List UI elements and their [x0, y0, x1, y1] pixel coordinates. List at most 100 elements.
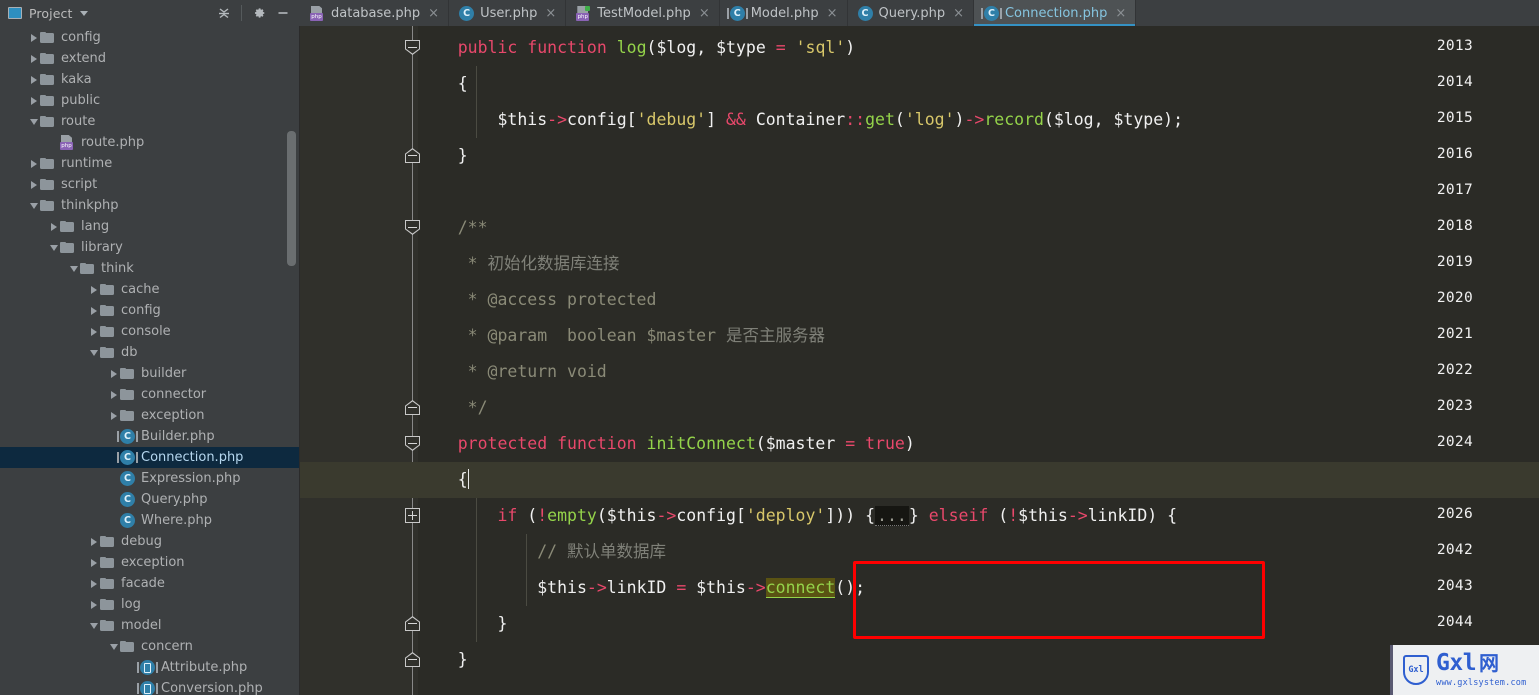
editor-tab-testmodel-php[interactable]: php TestModel.php ×: [566, 0, 720, 26]
code-content[interactable]: public function log($log, $type = 'sql')…: [418, 26, 1539, 695]
tree-folder-model[interactable]: model: [0, 615, 299, 636]
tree-folder-exception[interactable]: exception: [0, 552, 299, 573]
code-line-2044[interactable]: }: [418, 606, 1539, 642]
chevron-right-icon[interactable]: [27, 159, 40, 168]
tree-folder-concern[interactable]: concern: [0, 636, 299, 657]
chevron-right-icon[interactable]: [87, 600, 100, 609]
chevron-right-icon[interactable]: [27, 33, 40, 42]
tree-folder-kaka[interactable]: kaka: [0, 69, 299, 90]
tree-folder-route[interactable]: route: [0, 111, 299, 132]
tree-file-Attribute-php[interactable]: Attribute.php: [0, 657, 299, 678]
code-line-2026[interactable]: if (!empty($this->config['deploy'])) {..…: [418, 498, 1539, 534]
tree-file-route-php[interactable]: php route.php: [0, 132, 299, 153]
close-icon[interactable]: ×: [699, 7, 710, 20]
chevron-down-icon[interactable]: [47, 244, 60, 251]
tree-folder-connector[interactable]: connector: [0, 384, 299, 405]
code-line-2019[interactable]: * 初始化数据库连接: [418, 246, 1539, 282]
tree-file-Where-php[interactable]: C Where.php: [0, 510, 299, 531]
code-line-2016[interactable]: }: [418, 138, 1539, 174]
close-icon[interactable]: ×: [827, 7, 838, 20]
code-line-2045[interactable]: }: [418, 642, 1539, 678]
code-line-2024[interactable]: protected function initConnect($master =…: [418, 426, 1539, 462]
editor-tab-database-php[interactable]: php database.php ×: [300, 0, 450, 26]
chevron-right-icon[interactable]: [87, 579, 100, 588]
tree-folder-debug[interactable]: debug: [0, 531, 299, 552]
php-class-icon: C: [120, 492, 135, 507]
chevron-right-icon[interactable]: [87, 537, 100, 546]
chevron-down-icon[interactable]: [67, 265, 80, 272]
code-line-2018[interactable]: /**: [418, 210, 1539, 246]
chevron-right-icon[interactable]: [107, 411, 120, 420]
chevron-down-icon[interactable]: [27, 118, 40, 125]
chevron-right-icon[interactable]: [27, 96, 40, 105]
chevron-down-icon[interactable]: [107, 643, 120, 650]
chevron-down-icon[interactable]: [27, 202, 40, 209]
tree-folder-library[interactable]: library: [0, 237, 299, 258]
tree-folder-runtime[interactable]: runtime: [0, 153, 299, 174]
editor-tab-user-php[interactable]: C User.php ×: [449, 0, 567, 26]
code-line-2013[interactable]: public function log($log, $type = 'sql'): [418, 30, 1539, 66]
chevron-right-icon[interactable]: [27, 54, 40, 63]
tree-folder-config[interactable]: config: [0, 27, 299, 48]
tree-folder-facade[interactable]: facade: [0, 573, 299, 594]
code-line-2015[interactable]: $this->config['debug'] && Container::get…: [418, 102, 1539, 138]
tree-folder-thinkphp[interactable]: thinkphp: [0, 195, 299, 216]
editor-tab-model-php[interactable]: C Model.php ×: [719, 0, 848, 26]
code-line-2014[interactable]: {: [418, 66, 1539, 102]
tree-file-Conversion-php[interactable]: Conversion.php: [0, 678, 299, 695]
tree-folder-console[interactable]: console: [0, 321, 299, 342]
code-line-2046[interactable]: [418, 678, 1539, 695]
tree-file-Query-php[interactable]: C Query.php: [0, 489, 299, 510]
tree-folder-think[interactable]: think: [0, 258, 299, 279]
collapsed-fold-placeholder[interactable]: ...: [875, 506, 909, 526]
editor-tab-connection-php[interactable]: C Connection.php ×: [973, 0, 1137, 26]
tree-folder-builder[interactable]: builder: [0, 363, 299, 384]
chevron-right-icon[interactable]: [27, 180, 40, 189]
chevron-right-icon[interactable]: [47, 222, 60, 231]
code-line-2023[interactable]: */: [418, 390, 1539, 426]
tree-file-Connection-php[interactable]: C Connection.php: [0, 447, 299, 468]
chevron-down-icon[interactable]: [80, 10, 89, 16]
tree-file-Builder-php[interactable]: C Builder.php: [0, 426, 299, 447]
close-icon[interactable]: ×: [545, 7, 556, 20]
code-line-2022[interactable]: * @return void: [418, 354, 1539, 390]
project-panel-header[interactable]: Project: [0, 0, 300, 26]
highlighted-symbol[interactable]: connect: [765, 578, 836, 598]
tree-folder-script[interactable]: script: [0, 174, 299, 195]
tree-folder-extend[interactable]: extend: [0, 48, 299, 69]
tree-folder-cache[interactable]: cache: [0, 279, 299, 300]
close-icon[interactable]: ×: [953, 7, 964, 20]
chevron-right-icon[interactable]: [87, 558, 100, 567]
code-line-2043[interactable]: $this->linkID = $this->connect();: [418, 570, 1539, 606]
tree-folder-db[interactable]: db: [0, 342, 299, 363]
code-line-2017[interactable]: [418, 174, 1539, 210]
code-line-2042[interactable]: // 默认单数据库: [418, 534, 1539, 570]
gear-icon[interactable]: [248, 2, 270, 24]
code-line-2025[interactable]: {: [418, 462, 1539, 498]
tree-folder-log[interactable]: log: [0, 594, 299, 615]
tree-folder-public[interactable]: public: [0, 90, 299, 111]
tree-folder-lang[interactable]: lang: [0, 216, 299, 237]
chevron-right-icon[interactable]: [107, 369, 120, 378]
tree-file-Expression-php[interactable]: C Expression.php: [0, 468, 299, 489]
chevron-right-icon[interactable]: [87, 327, 100, 336]
chevron-down-icon[interactable]: [87, 349, 100, 356]
editor-gutter[interactable]: [300, 26, 418, 695]
minimize-icon[interactable]: [272, 2, 294, 24]
sidebar-scrollbar[interactable]: [287, 131, 296, 266]
chevron-down-icon[interactable]: [87, 622, 100, 629]
tree-folder-config[interactable]: config: [0, 300, 299, 321]
code-editor[interactable]: 2013 2014 2015 2016 2017 2018 2019 2020 2021 2022…: [300, 26, 1539, 695]
chevron-right-icon[interactable]: [107, 390, 120, 399]
chevron-right-icon[interactable]: [87, 285, 100, 294]
editor-tab-query-php[interactable]: C Query.php ×: [847, 0, 974, 26]
code-line-2021[interactable]: * @param boolean $master 是否主服务器: [418, 318, 1539, 354]
code-line-2020[interactable]: * @access protected: [418, 282, 1539, 318]
collapse-all-icon[interactable]: [213, 2, 235, 24]
chevron-right-icon[interactable]: [87, 306, 100, 315]
close-icon[interactable]: ×: [428, 7, 439, 20]
tree-folder-exception[interactable]: exception: [0, 405, 299, 426]
project-panel-title: Project: [29, 5, 73, 21]
close-icon[interactable]: ×: [1115, 7, 1126, 20]
chevron-right-icon[interactable]: [27, 75, 40, 84]
